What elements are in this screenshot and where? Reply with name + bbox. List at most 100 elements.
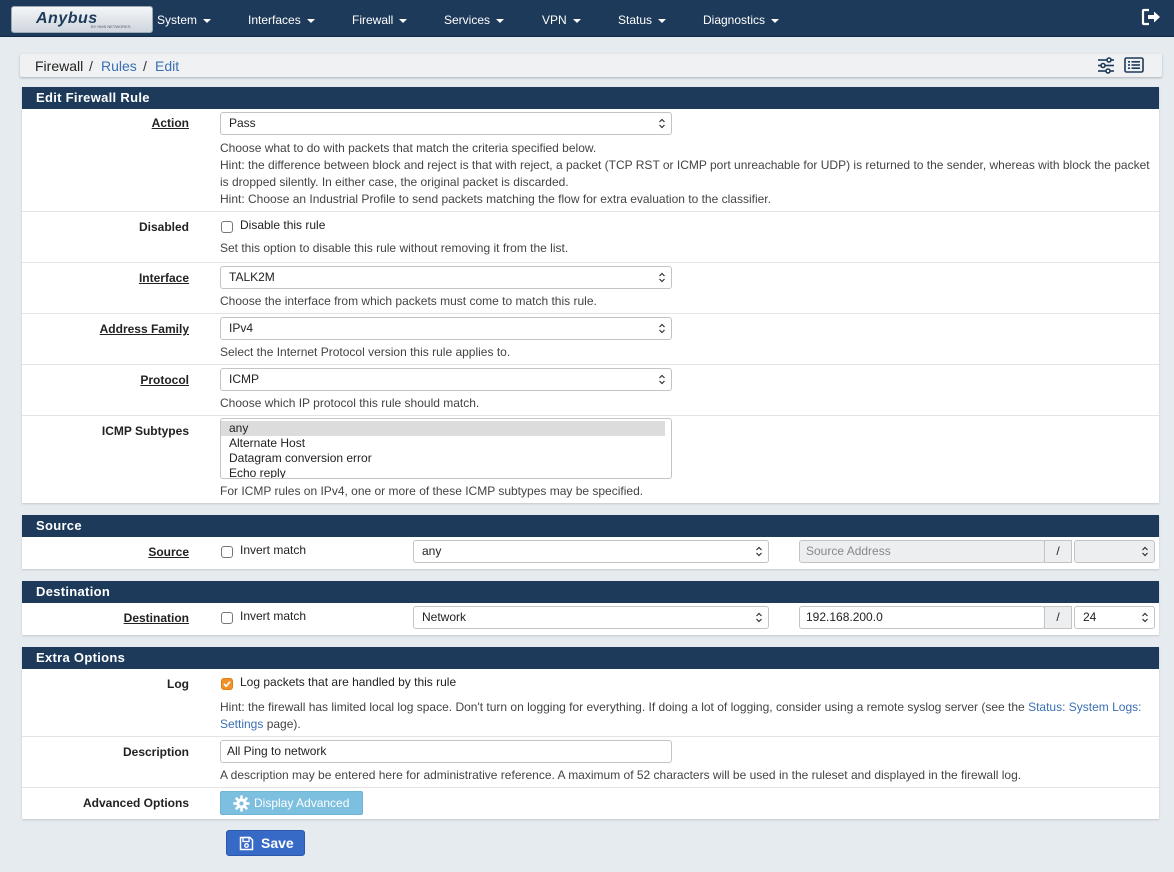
disable-rule-checkbox[interactable] bbox=[221, 221, 233, 233]
address-family-label[interactable]: Address Family bbox=[100, 322, 189, 336]
log-checkbox-label[interactable]: Log packets that are handled by this rul… bbox=[240, 675, 456, 689]
disable-rule-checkbox-label[interactable]: Disable this rule bbox=[240, 218, 325, 232]
nav-services[interactable]: Services bbox=[444, 0, 505, 37]
destination-panel: Destination Destination Invert match Net… bbox=[22, 581, 1159, 635]
action-select[interactable]: Pass bbox=[220, 112, 672, 135]
interface-value: TALK2M bbox=[229, 270, 275, 284]
save-label: Save bbox=[261, 835, 294, 851]
display-advanced-button[interactable]: Display Advanced bbox=[220, 791, 363, 815]
select-arrows-icon bbox=[659, 272, 665, 283]
caret-down-icon bbox=[771, 18, 780, 23]
check-icon bbox=[223, 681, 231, 688]
caret-down-icon bbox=[399, 18, 408, 23]
list-icon[interactable] bbox=[1124, 57, 1144, 73]
panel-heading: Source bbox=[22, 515, 1159, 537]
source-label[interactable]: Source bbox=[148, 545, 189, 559]
icmp-subtypes-label: ICMP Subtypes bbox=[101, 424, 189, 438]
nav-interfaces[interactable]: Interfaces bbox=[248, 0, 315, 37]
nav-system-label: System bbox=[157, 13, 198, 27]
nav-vpn[interactable]: VPN bbox=[542, 0, 581, 37]
breadcrumb-separator: / bbox=[89, 58, 93, 74]
destination-mask-slash: / bbox=[1044, 606, 1072, 629]
address-family-select[interactable]: IPv4 bbox=[220, 317, 672, 340]
edit-rule-panel: Edit Firewall Rule Action Pass Choose wh… bbox=[22, 87, 1159, 503]
panel-heading: Destination bbox=[22, 581, 1159, 603]
action-label[interactable]: Action bbox=[152, 116, 189, 130]
description-input[interactable]: All Ping to network bbox=[220, 740, 672, 763]
disabled-label: Disabled bbox=[138, 220, 189, 234]
caret-down-icon bbox=[496, 18, 505, 23]
source-type-select[interactable]: any bbox=[413, 540, 769, 563]
sliders-icon[interactable] bbox=[1097, 57, 1115, 74]
listbox-option[interactable]: any bbox=[221, 421, 665, 436]
row-description: Description All Ping to network A descri… bbox=[22, 737, 1159, 788]
action-help-line: Choose what to do with packets that matc… bbox=[220, 141, 597, 155]
destination-type-value: Network bbox=[422, 610, 467, 624]
destination-label[interactable]: Destination bbox=[124, 611, 189, 625]
breadcrumb-firewall: Firewall bbox=[35, 58, 84, 74]
interface-help: Choose the interface from which packets … bbox=[220, 294, 597, 308]
nav-diagnostics-label: Diagnostics bbox=[703, 13, 766, 27]
listbox-option[interactable]: Datagram conversion error bbox=[221, 451, 665, 466]
source-invert-label[interactable]: Invert match bbox=[240, 543, 306, 557]
breadcrumb: Firewall / Rules / Edit bbox=[20, 54, 1162, 77]
log-help: Hint: the firewall has limited local log… bbox=[220, 699, 1145, 733]
breadcrumb-separator: / bbox=[143, 58, 147, 74]
nav-services-label: Services bbox=[444, 13, 491, 27]
source-address-input[interactable]: Source Address bbox=[799, 540, 1045, 563]
listbox-option[interactable]: Echo reply bbox=[221, 466, 665, 478]
extra-options-panel: Extra Options Log Log packets that are h… bbox=[22, 647, 1159, 819]
destination-type-select[interactable]: Network bbox=[413, 606, 769, 629]
source-panel: Source Source Invert match any Source Ad… bbox=[22, 515, 1159, 569]
row-icmp-subtypes: ICMP Subtypes any Alternate Host Datagra… bbox=[22, 416, 1159, 503]
save-button[interactable]: Save bbox=[226, 830, 305, 856]
action-help-line: Hint: Choose an Industrial Profile to se… bbox=[220, 192, 771, 206]
anybus-logo[interactable]: Anybus BY HMS NETWORKS bbox=[11, 6, 153, 33]
row-interface: Interface TALK2M Choose the interface fr… bbox=[22, 263, 1159, 314]
row-source: Source Invert match any Source Address / bbox=[22, 537, 1159, 569]
log-label: Log bbox=[167, 677, 189, 691]
icmp-subtypes-listbox[interactable]: any Alternate Host Datagram conversion e… bbox=[220, 418, 672, 479]
nav-status-label: Status bbox=[618, 13, 653, 27]
breadcrumb-edit-link[interactable]: Edit bbox=[155, 58, 179, 74]
panel-heading: Extra Options bbox=[22, 647, 1159, 669]
destination-mask-value: 24 bbox=[1083, 610, 1097, 624]
destination-address-input[interactable]: 192.168.200.0 bbox=[799, 606, 1045, 629]
nav-firewall[interactable]: Firewall bbox=[352, 0, 408, 37]
protocol-select[interactable]: ICMP bbox=[220, 368, 672, 391]
sign-out-icon[interactable] bbox=[1141, 8, 1161, 26]
destination-invert-checkbox[interactable] bbox=[221, 612, 233, 624]
protocol-value: ICMP bbox=[229, 372, 259, 386]
protocol-help: Choose which IP protocol this rule shoul… bbox=[220, 396, 480, 410]
logo-text: Anybus bbox=[36, 10, 98, 27]
protocol-label[interactable]: Protocol bbox=[140, 373, 189, 387]
source-type-value: any bbox=[422, 544, 442, 558]
nav-firewall-label: Firewall bbox=[352, 13, 394, 27]
nav-status[interactable]: Status bbox=[618, 0, 667, 37]
action-help-line: Hint: the difference between block and r… bbox=[220, 158, 1150, 189]
nav-diagnostics[interactable]: Diagnostics bbox=[703, 0, 780, 37]
log-checkbox[interactable] bbox=[221, 678, 233, 690]
caret-down-icon bbox=[572, 18, 581, 23]
destination-invert-label[interactable]: Invert match bbox=[240, 609, 306, 623]
listbox-option[interactable]: Alternate Host bbox=[221, 436, 665, 451]
panel-heading: Edit Firewall Rule bbox=[22, 87, 1159, 109]
caret-down-icon bbox=[658, 18, 667, 23]
row-log: Log Log packets that are handled by this… bbox=[22, 669, 1159, 737]
top-navbar: Anybus BY HMS NETWORKS System Interfaces… bbox=[0, 0, 1174, 37]
interface-select[interactable]: TALK2M bbox=[220, 266, 672, 289]
nav-system[interactable]: System bbox=[157, 0, 212, 37]
destination-mask-select[interactable]: 24 bbox=[1074, 606, 1155, 629]
log-help-text: Hint: the firewall has limited local log… bbox=[220, 700, 1029, 714]
select-arrows-icon bbox=[756, 612, 762, 623]
source-invert-checkbox[interactable] bbox=[221, 546, 233, 558]
address-family-value: IPv4 bbox=[229, 321, 254, 335]
nav-interfaces-label: Interfaces bbox=[248, 13, 301, 27]
source-mask-slash: / bbox=[1044, 540, 1072, 563]
row-address-family: Address Family IPv4 Select the Internet … bbox=[22, 314, 1159, 365]
source-mask-select[interactable] bbox=[1074, 540, 1155, 563]
gear-icon bbox=[233, 795, 250, 812]
interface-label[interactable]: Interface bbox=[139, 271, 189, 285]
breadcrumb-rules-link[interactable]: Rules bbox=[101, 58, 137, 74]
row-destination: Destination Invert match Network 192.168… bbox=[22, 603, 1159, 635]
